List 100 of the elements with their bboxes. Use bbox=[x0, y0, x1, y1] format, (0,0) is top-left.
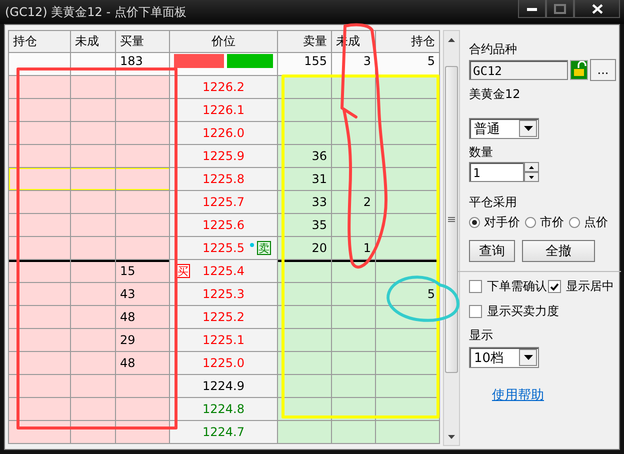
checkbox-label: 下单需确认 bbox=[487, 278, 547, 295]
spin-up-button[interactable] bbox=[524, 162, 539, 172]
table-cell bbox=[116, 191, 169, 213]
price-text: 1225.6 bbox=[202, 218, 244, 232]
table-cell bbox=[332, 168, 375, 190]
table-cell bbox=[71, 375, 115, 397]
minimize-button[interactable] bbox=[518, 0, 546, 18]
table-cell bbox=[332, 283, 375, 305]
price-text: 1226.2 bbox=[202, 80, 244, 94]
table-cell bbox=[332, 421, 375, 443]
scroll-up-icon[interactable] bbox=[448, 38, 455, 42]
radio-button[interactable] bbox=[569, 217, 580, 228]
quantity-field[interactable]: 1 bbox=[469, 162, 524, 182]
price-text: 1224.7 bbox=[202, 425, 244, 439]
table-cell bbox=[116, 375, 169, 397]
table-cell bbox=[332, 352, 375, 374]
radio-option[interactable]: 市价 bbox=[525, 214, 564, 231]
table-cell: 48 bbox=[116, 352, 169, 374]
column-header: 持仓 bbox=[376, 31, 439, 52]
checkbox[interactable] bbox=[469, 280, 482, 293]
up-arrow-icon bbox=[529, 166, 534, 168]
field-label: 合约品种 bbox=[469, 41, 518, 58]
action-button[interactable]: 查询 bbox=[469, 240, 515, 262]
table-cell bbox=[71, 214, 115, 236]
close-icon bbox=[592, 4, 602, 14]
table-cell bbox=[332, 214, 375, 236]
table-cell bbox=[376, 329, 439, 351]
action-button[interactable]: 全撤 bbox=[522, 240, 595, 262]
scroll-down-icon[interactable] bbox=[448, 434, 455, 438]
price-text: 1225.5 bbox=[202, 241, 244, 255]
radio-option[interactable]: 对手价 bbox=[469, 214, 520, 231]
browse-button[interactable]: ... bbox=[590, 59, 616, 81]
table-cell bbox=[116, 237, 169, 259]
table-cell bbox=[332, 306, 375, 328]
price-text: 1224.8 bbox=[202, 402, 244, 416]
table-cell bbox=[278, 260, 331, 282]
table-cell bbox=[71, 237, 115, 259]
table-cell: 43 bbox=[116, 283, 169, 305]
help-link[interactable]: 使用帮助 bbox=[492, 386, 544, 404]
table-cell bbox=[116, 168, 169, 190]
caret-icon bbox=[524, 126, 532, 131]
table-cell bbox=[376, 168, 439, 190]
close-button[interactable] bbox=[574, 0, 620, 18]
price-text: 1225.2 bbox=[202, 310, 244, 324]
sell-marker: 卖 bbox=[257, 241, 271, 255]
column-header: 持仓 bbox=[9, 31, 70, 52]
radio-label: 对手价 bbox=[484, 214, 520, 231]
order-type-dropdown[interactable]: 普通 bbox=[469, 118, 539, 139]
checkbox[interactable] bbox=[548, 280, 561, 293]
table-cell bbox=[376, 237, 439, 259]
spin-down-button[interactable] bbox=[524, 172, 539, 182]
contract-field[interactable]: GC12 bbox=[469, 60, 568, 80]
radio-button[interactable] bbox=[469, 217, 480, 228]
field-label: 平仓采用 bbox=[469, 194, 518, 211]
table-cell: 20 bbox=[278, 237, 331, 259]
table-cell bbox=[71, 260, 115, 282]
table-cell bbox=[332, 260, 375, 282]
price-text: 1226.0 bbox=[202, 126, 244, 140]
table-cell: 155 bbox=[278, 53, 331, 75]
scroll-thumb[interactable] bbox=[445, 66, 458, 373]
table-cell: 48 bbox=[116, 306, 169, 328]
radio-option[interactable]: 点价 bbox=[569, 214, 608, 231]
check-icon bbox=[550, 282, 559, 290]
column-header: 价位 bbox=[170, 31, 277, 52]
column-header: 未成 bbox=[71, 31, 115, 52]
checkbox-option[interactable]: 显示居中 bbox=[548, 278, 614, 295]
table-cell bbox=[332, 375, 375, 397]
table-cell bbox=[71, 122, 115, 144]
table-cell: 5 bbox=[376, 53, 439, 75]
down-arrow-icon bbox=[529, 176, 534, 178]
table-cell: 33 bbox=[278, 191, 331, 213]
price-text: 1225.0 bbox=[202, 356, 244, 370]
table-cell: 36 bbox=[278, 145, 331, 167]
table-cell bbox=[332, 329, 375, 351]
checkbox-option[interactable]: 下单需确认 bbox=[469, 278, 547, 295]
checkbox-label: 显示买卖力度 bbox=[487, 303, 559, 320]
checkbox[interactable] bbox=[469, 305, 482, 318]
table-cell bbox=[376, 214, 439, 236]
table-cell bbox=[71, 76, 115, 98]
price-text: 1225.4 bbox=[202, 264, 244, 278]
depth-dropdown[interactable]: 10档 bbox=[469, 347, 539, 368]
maximize-icon bbox=[554, 4, 566, 14]
table-cell bbox=[332, 122, 375, 144]
table-cell: 15 bbox=[116, 260, 169, 282]
table-cell bbox=[71, 352, 115, 374]
checkbox-option[interactable]: 显示买卖力度 bbox=[469, 303, 559, 320]
lock-button[interactable] bbox=[570, 60, 588, 80]
dropdown-value: 10档 bbox=[474, 350, 504, 366]
price-text: 1225.9 bbox=[202, 149, 244, 163]
price-text: 1225.1 bbox=[202, 333, 244, 347]
radio-label: 市价 bbox=[540, 214, 564, 231]
table-cell bbox=[278, 306, 331, 328]
radio-button[interactable] bbox=[525, 217, 536, 228]
table-cell: 35 bbox=[278, 214, 331, 236]
maximize-button[interactable] bbox=[546, 0, 574, 18]
price-text: 1225.8 bbox=[202, 172, 244, 186]
table-cell bbox=[376, 99, 439, 121]
table-cell bbox=[376, 352, 439, 374]
table-cell bbox=[71, 145, 115, 167]
table-cell bbox=[278, 99, 331, 121]
